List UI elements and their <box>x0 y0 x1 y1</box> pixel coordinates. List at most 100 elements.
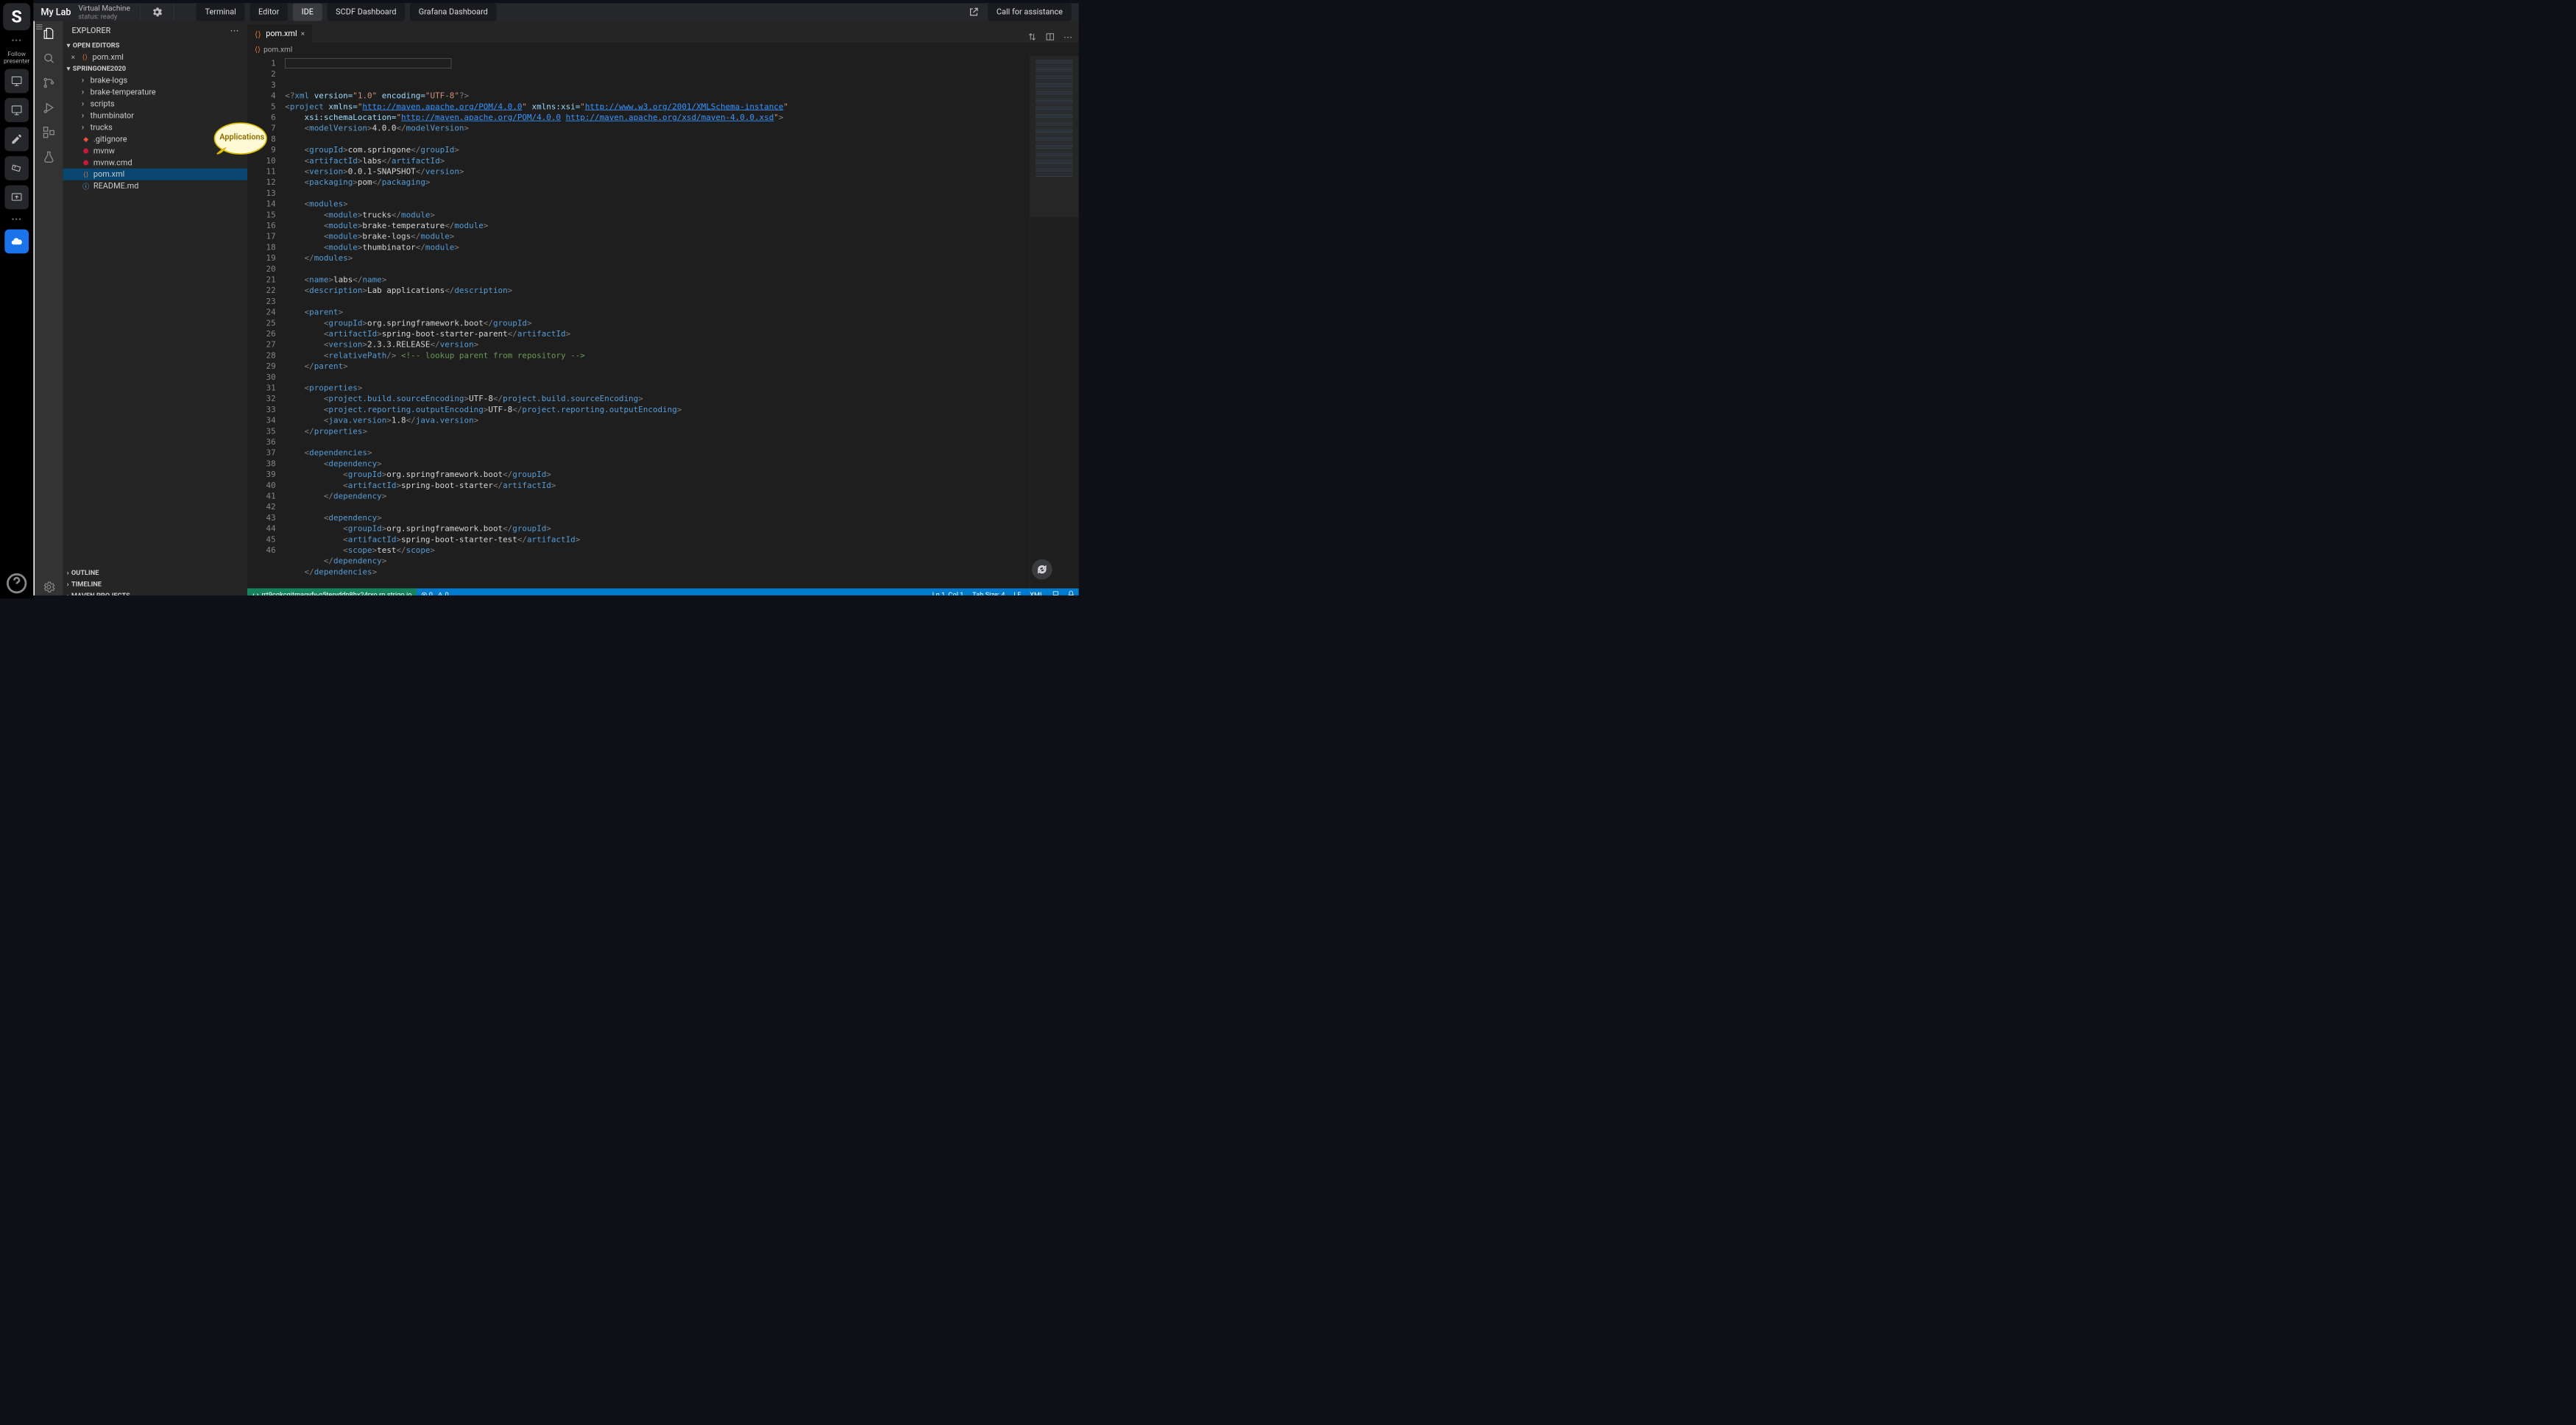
code-line[interactable]: <version>2.3.3.RELEASE</version> <box>285 339 1079 350</box>
view-tab-scdf-dashboard[interactable]: SCDF Dashboard <box>327 3 405 21</box>
tab-size-indicator[interactable]: Tab Size: 4 <box>972 591 1005 595</box>
more-actions-icon[interactable]: ⋯ <box>1064 32 1073 43</box>
upload-tile[interactable] <box>4 185 29 210</box>
split-editor-icon[interactable] <box>1045 32 1055 42</box>
code-line[interactable]: <scope>test</scope> <box>285 545 1079 556</box>
help-icon[interactable] <box>4 571 29 595</box>
settings-icon[interactable] <box>40 579 57 595</box>
file-mvnw.cmd[interactable]: ⬣mvnw.cmd <box>63 157 247 169</box>
settings-gear-icon[interactable] <box>150 5 163 18</box>
code-line[interactable]: <project.build.sourceEncoding>UTF-8</pro… <box>285 394 1079 405</box>
errors-count[interactable]: 0 <box>421 591 433 595</box>
feedback-icon[interactable] <box>1052 590 1059 595</box>
code-line[interactable]: <java.version>1.8</java.version> <box>285 415 1079 426</box>
close-editor-icon[interactable]: × <box>71 53 75 62</box>
popout-icon[interactable] <box>967 5 980 18</box>
code-line[interactable] <box>285 296 1079 307</box>
code-line[interactable]: <module>thumbinator</module> <box>285 242 1079 253</box>
code-line[interactable]: <project.reporting.outputEncoding>UTF-8<… <box>285 404 1079 415</box>
code-line[interactable]: <parent> <box>285 307 1079 318</box>
code-line[interactable]: </dependencies> <box>285 567 1079 578</box>
code-line[interactable] <box>285 502 1079 513</box>
bell-icon[interactable] <box>1068 590 1075 595</box>
code-line[interactable]: <name>labs</name> <box>285 275 1079 286</box>
code-content[interactable]: <?xml version="1.0" encoding="UTF-8"?><p… <box>281 56 1079 588</box>
code-line[interactable]: </modules> <box>285 253 1079 264</box>
eol-indicator[interactable]: LF <box>1013 591 1021 595</box>
code-line[interactable]: <properties> <box>285 383 1079 394</box>
code-line[interactable]: <project xmlns="http://maven.apache.org/… <box>285 102 1079 113</box>
code-line[interactable]: <relativePath/> <!-- lookup parent from … <box>285 350 1079 361</box>
cloud-tile[interactable] <box>4 230 29 254</box>
editor-tab[interactable]: ⟨⟩ pom.xml × <box>247 24 312 43</box>
compare-changes-icon[interactable] <box>1027 32 1037 42</box>
source-control-icon[interactable] <box>40 75 57 91</box>
code-line[interactable] <box>285 264 1079 275</box>
sidebar-more-icon[interactable]: ⋯ <box>230 25 238 35</box>
screen-tile-2[interactable] <box>4 98 29 122</box>
code-line[interactable] <box>285 372 1079 383</box>
code-line[interactable]: </dependency> <box>285 491 1079 502</box>
code-line[interactable]: <dependency> <box>285 459 1079 470</box>
code-line[interactable]: </properties> <box>285 426 1079 437</box>
code-line[interactable]: <groupId>com.springone</groupId> <box>285 145 1079 156</box>
close-tab-icon[interactable]: × <box>301 29 305 38</box>
extensions-icon[interactable] <box>40 124 57 141</box>
more-dots-2-icon[interactable]: ••• <box>11 214 21 224</box>
code-line[interactable]: <groupId>org.springframework.boot</group… <box>285 470 1079 481</box>
line-col-indicator[interactable]: Ln 1, Col 1 <box>933 591 964 595</box>
folder-trucks[interactable]: ›trucks <box>63 121 247 133</box>
file-pom.xml[interactable]: ⟨⟩pom.xml <box>63 169 247 180</box>
minimap[interactable] <box>1030 56 1078 588</box>
refresh-fab[interactable] <box>1032 559 1052 580</box>
open-editor-item[interactable]: × ⟨⟩ pom.xml <box>63 52 247 63</box>
code-line[interactable]: <artifactId>labs</artifactId> <box>285 155 1079 166</box>
folder-scripts[interactable]: ›scripts <box>63 98 247 110</box>
file-README.md[interactable]: ⓘREADME.md <box>63 180 247 192</box>
debug-icon[interactable] <box>40 99 57 116</box>
code-line[interactable]: <version>0.0.1-SNAPSHOT</version> <box>285 166 1079 177</box>
code-line[interactable]: <?xml version="1.0" encoding="UTF-8"?> <box>285 91 1079 102</box>
code-editor[interactable]: 1234567891011121314151617181920212223242… <box>247 56 1079 588</box>
code-line[interactable]: xsi:schemaLocation="http://maven.apache.… <box>285 112 1079 123</box>
code-line[interactable] <box>285 436 1079 448</box>
code-line[interactable]: <dependencies> <box>285 448 1079 459</box>
code-line[interactable]: <groupId>org.springframework.boot</group… <box>285 523 1079 534</box>
section-outline[interactable]: ›OUTLINE <box>63 567 247 579</box>
breadcrumb[interactable]: ⟨⟩ pom.xml <box>247 43 1079 56</box>
code-line[interactable]: <artifactId>spring-boot-starter-parent</… <box>285 328 1079 339</box>
view-tab-grafana-dashboard[interactable]: Grafana Dashboard <box>410 3 497 21</box>
warnings-count[interactable]: 0 <box>437 591 449 595</box>
code-line[interactable] <box>285 188 1079 199</box>
file-.gitignore[interactable]: ◆.gitignore <box>63 133 247 145</box>
code-line[interactable]: <module>brake-temperature</module> <box>285 220 1079 231</box>
ticket-tile[interactable] <box>4 156 29 180</box>
follow-presenter-button[interactable]: Follow presenter <box>0 50 33 63</box>
more-dots-icon[interactable]: ••• <box>11 35 21 46</box>
folder-thumbinator[interactable]: ›thumbinator <box>63 110 247 121</box>
file-mvnw[interactable]: ⬣mvnw <box>63 145 247 157</box>
call-for-assistance-button[interactable]: Call for assistance <box>988 3 1072 21</box>
search-icon[interactable] <box>40 50 57 66</box>
screen-tile-1[interactable] <box>4 69 29 93</box>
workspace-section[interactable]: ▾ SPRINGONE2020 <box>63 63 247 75</box>
language-indicator[interactable]: XML <box>1030 591 1044 595</box>
code-line[interactable]: <packaging>pom</packaging> <box>285 177 1079 188</box>
code-line[interactable]: <modelVersion>4.0.0</modelVersion> <box>285 123 1079 134</box>
strigo-logo[interactable]: S <box>3 3 30 30</box>
code-line[interactable]: </parent> <box>285 361 1079 372</box>
section-maven-projects[interactable]: ›MAVEN PROJECTS <box>63 590 247 595</box>
remote-host-segment[interactable]: rrt9cqkcqitmaqyfy-g5tervddp8hx24rxo.rp.s… <box>247 588 417 595</box>
pencil-tile[interactable] <box>4 127 29 152</box>
code-line[interactable] <box>285 134 1079 145</box>
menu-icon[interactable] <box>33 21 45 33</box>
section-timeline[interactable]: ›TIMELINE <box>63 579 247 590</box>
view-tab-ide[interactable]: IDE <box>293 3 322 21</box>
view-tab-editor[interactable]: Editor <box>250 3 288 21</box>
folder-brake-temperature[interactable]: ›brake-temperature <box>63 86 247 98</box>
folder-brake-logs[interactable]: ›brake-logs <box>63 74 247 86</box>
code-line[interactable]: <groupId>org.springframework.boot</group… <box>285 318 1079 329</box>
code-line[interactable]: <artifactId>spring-boot-starter-test</ar… <box>285 534 1079 545</box>
view-tab-terminal[interactable]: Terminal <box>197 3 245 21</box>
code-line[interactable]: </dependency> <box>285 556 1079 567</box>
